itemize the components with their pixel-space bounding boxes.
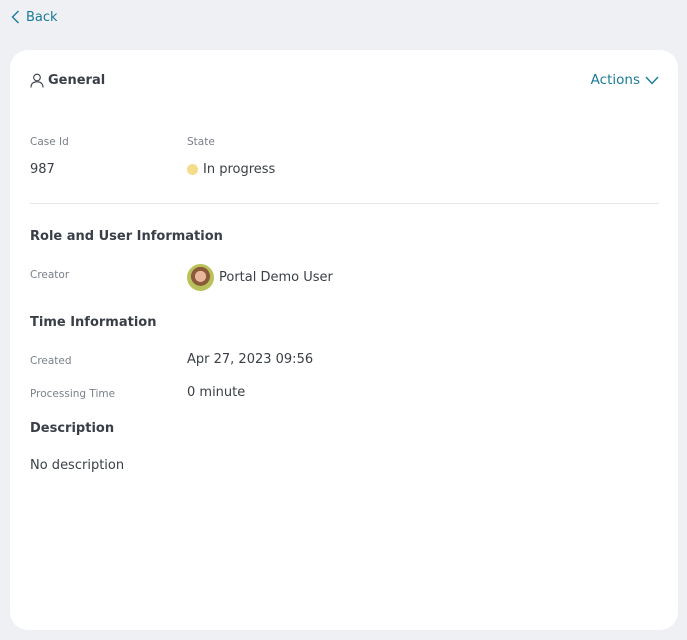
chevron-down-icon [645, 76, 659, 85]
creator-label: Creator [30, 269, 70, 281]
state-value: In progress [187, 162, 275, 177]
card-title: General [30, 73, 105, 88]
back-label: Back [26, 9, 58, 25]
creator-value[interactable]: Portal Demo User [187, 264, 333, 291]
user-icon [30, 73, 44, 88]
processing-time-value: 0 minute [187, 385, 246, 400]
state-text: In progress [203, 162, 276, 177]
description-section-title: Description [30, 421, 115, 436]
card-header: General Actions [30, 69, 659, 91]
back-link[interactable]: Back [11, 7, 58, 27]
role-section-title: Role and User Information [30, 229, 223, 244]
divider [30, 203, 659, 204]
case-id-label: Case Id [30, 136, 69, 148]
created-value: Apr 27, 2023 09:56 [187, 352, 314, 367]
avatar [187, 264, 214, 291]
case-details-card: General Actions Case Id 987 State In pro… [10, 50, 678, 630]
processing-time-label: Processing Time [30, 388, 116, 400]
description-value: No description [30, 458, 125, 473]
actions-button[interactable]: Actions [591, 72, 659, 88]
card-title-text: General [48, 72, 106, 88]
created-label: Created [30, 355, 72, 367]
status-dot [187, 164, 198, 175]
state-label: State [187, 136, 215, 148]
chevron-left-icon [11, 10, 19, 24]
creator-name: Portal Demo User [219, 270, 333, 285]
case-id-value: 987 [30, 162, 55, 177]
time-section-title: Time Information [30, 315, 157, 330]
actions-label: Actions [590, 72, 640, 88]
